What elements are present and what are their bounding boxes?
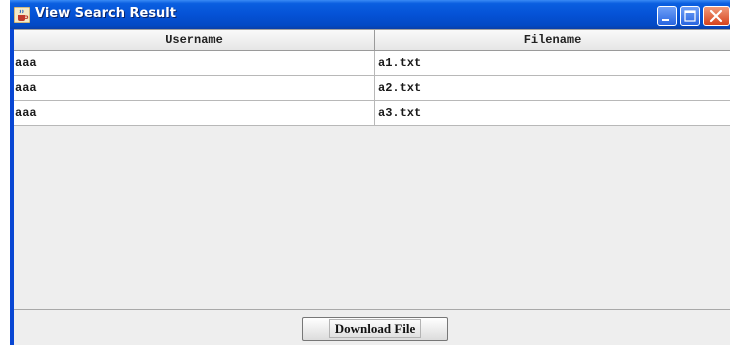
minimize-icon bbox=[662, 19, 669, 21]
column-header-username[interactable]: Username bbox=[14, 30, 375, 51]
window-title: View Search Result bbox=[35, 6, 176, 21]
results-table: Username Filename aaa a1.txt aaa a2.txt … bbox=[14, 29, 730, 126]
table-row[interactable]: aaa a2.txt bbox=[14, 76, 730, 101]
download-file-button[interactable]: Download File bbox=[302, 317, 448, 341]
maximize-button[interactable] bbox=[680, 6, 700, 26]
filename-cell[interactable]: a1.txt bbox=[375, 51, 730, 76]
column-header-filename[interactable]: Filename bbox=[375, 30, 730, 51]
table-row[interactable]: aaa a1.txt bbox=[14, 51, 730, 76]
filename-cell[interactable]: a3.txt bbox=[375, 101, 730, 126]
table-row[interactable]: aaa a3.txt bbox=[14, 101, 730, 126]
username-cell[interactable]: aaa bbox=[14, 101, 375, 126]
username-cell[interactable]: aaa bbox=[14, 76, 375, 101]
close-icon bbox=[709, 9, 723, 23]
table-header: Username Filename bbox=[14, 29, 730, 51]
close-button[interactable] bbox=[703, 6, 730, 26]
maximize-icon bbox=[684, 10, 696, 22]
title-bar[interactable]: View Search Result bbox=[10, 0, 730, 29]
button-panel: Download File bbox=[14, 309, 730, 345]
download-file-label: Download File bbox=[328, 319, 422, 338]
java-coffee-cup-icon bbox=[13, 6, 31, 24]
minimize-button[interactable] bbox=[657, 6, 677, 26]
filename-cell[interactable]: a2.txt bbox=[375, 76, 730, 101]
username-cell[interactable]: aaa bbox=[14, 51, 375, 76]
search-result-window: View Search Result Username Filename aaa bbox=[10, 0, 730, 345]
